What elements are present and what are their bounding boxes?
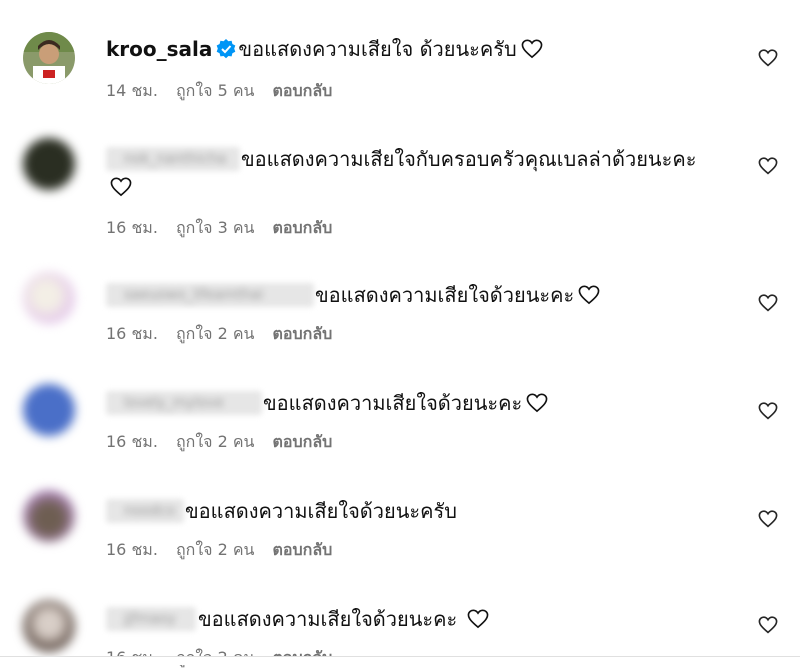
comment-item: lovely_mylove ขอแสดงความเสียใจด้วยนะคะ 1… (0, 360, 800, 468)
comment-text-line: ขอแสดงความเสียใจด้วยนะคะ (315, 282, 600, 308)
comment-body: ขอแสดงความเสียใจด้วยนะครับ (185, 499, 457, 523)
heart-outline-icon[interactable] (758, 616, 778, 634)
comment-time: 16 ชม. (106, 540, 158, 559)
comment-item: noodco ขอแสดงความเสียใจด้วยนะครับ 16 ชม.… (0, 468, 800, 578)
avatar[interactable] (23, 32, 75, 84)
comment-item: jjfmaoy ขอแสดงความเสียใจด้วยนะคะ 16 ชม.ถ… (0, 578, 800, 667)
heart-outline-icon[interactable] (758, 294, 778, 312)
reply-button[interactable]: ตอบกลับ (273, 540, 333, 559)
comment-body: ขอแสดงความเสียใจด้วยนะคะ (198, 607, 458, 631)
heart-emoji-icon (578, 285, 600, 305)
comment-text-line: ขอแสดงความเสียใจด้วยนะคะ (263, 390, 548, 416)
comment-time: 16 ชม. (106, 218, 158, 237)
comment-item: nok_nanthicha ขอแสดงความเสียใจกับครอบครั… (0, 120, 800, 250)
comment-body: ขอแสดงความเสียใจ ด้วยนะครับ (238, 37, 517, 61)
comment-time: 16 ชม. (106, 432, 158, 451)
comment-meta: 16 ชม. ถูกใจ 2 คน ตอบกลับ (106, 432, 350, 452)
comment-text-line: kroo_sala ขอแสดงความเสียใจ ด้วยนะครับ (106, 36, 543, 62)
avatar[interactable] (23, 600, 75, 652)
comment-likes[interactable]: ถูกใจ 2 คน (176, 324, 255, 343)
heart-outline-icon[interactable] (758, 402, 778, 420)
comment-likes[interactable]: ถูกใจ 2 คน (176, 432, 255, 451)
verified-badge-icon (217, 39, 236, 59)
comment-meta: 16 ชม. ถูกใจ 2 คน ตอบกลับ (106, 540, 350, 560)
heart-emoji-icon (521, 39, 543, 59)
comment-item: saeuowo_lifeamthai ขอแสดงความเสียใจด้วยน… (0, 250, 800, 360)
comment-meta: 16 ชม. ถูกใจ 3 คน ตอบกลับ (106, 218, 350, 238)
avatar[interactable] (23, 490, 75, 542)
reply-button[interactable]: ตอบกลับ (273, 81, 333, 100)
comment-time: 14 ชม. (106, 81, 158, 100)
comment-username[interactable]: lovely_mylove (106, 391, 262, 415)
avatar[interactable] (23, 272, 75, 324)
comment-username[interactable]: kroo_sala (106, 37, 212, 61)
heart-outline-icon[interactable] (758, 49, 778, 67)
comment-item: kroo_sala ขอแสดงความเสียใจ ด้วยนะครับ 14 … (0, 0, 800, 120)
comment-likes[interactable]: ถูกใจ 5 คน (176, 81, 255, 100)
comment-likes[interactable]: ถูกใจ 3 คน (176, 218, 255, 237)
comment-time: 16 ชม. (106, 324, 158, 343)
comment-username[interactable]: nok_nanthicha (106, 147, 240, 171)
comment-username[interactable]: noodco (106, 499, 184, 523)
reply-button[interactable]: ตอบกลับ (273, 324, 333, 343)
comment-body: ขอแสดงความเสียใจด้วยนะคะ (315, 283, 575, 307)
comment-body: ขอแสดงความเสียใจด้วยนะคะ (263, 391, 523, 415)
comment-username[interactable]: saeuowo_lifeamthai (106, 283, 314, 307)
comment-text-line: ขอแสดงความเสียใจด้วยนะคะ (198, 606, 489, 632)
heart-emoji-icon (110, 177, 132, 197)
avatar[interactable] (23, 384, 75, 436)
comment-likes[interactable]: ถูกใจ 2 คน (176, 540, 255, 559)
heart-emoji-icon (467, 609, 489, 629)
reply-button[interactable]: ตอบกลับ (273, 218, 333, 237)
heart-outline-icon[interactable] (758, 157, 778, 175)
heart-emoji-icon (526, 393, 548, 413)
comment-meta: 14 ชม. ถูกใจ 5 คน ตอบกลับ (106, 81, 350, 101)
heart-outline-icon[interactable] (758, 510, 778, 528)
comment-body: ขอแสดงความเสียใจกับครอบครัวคุณเบลล่าด้วย… (241, 147, 697, 171)
comment-username[interactable]: jjfmaoy (106, 607, 196, 631)
reply-button[interactable]: ตอบกลับ (273, 432, 333, 451)
avatar[interactable] (23, 138, 75, 190)
comment-meta: 16 ชม. ถูกใจ 2 คน ตอบกลับ (106, 324, 350, 344)
